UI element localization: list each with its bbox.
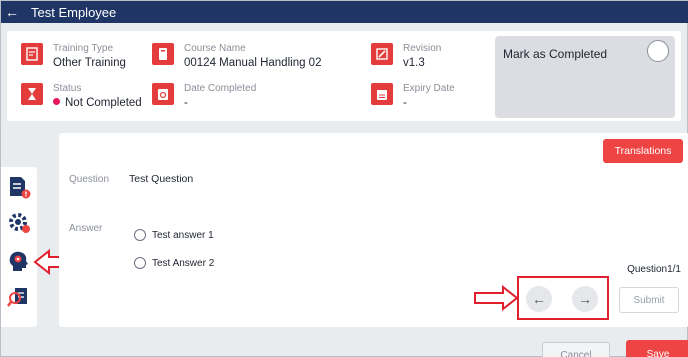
calendar-icon [371,83,393,105]
training-type-value: Other Training [53,57,126,69]
course-name-value: 00124 Manual Handling 02 [184,57,322,69]
date-completed-label: Date Completed [184,83,257,94]
answer-option-2[interactable]: Test Answer 2 [134,257,214,269]
app-header: ← Test Employee [1,1,688,23]
page-title: Test Employee [31,4,117,20]
document-alert-icon[interactable] [7,175,31,199]
gear-settings-icon[interactable] [7,211,31,235]
course-name-label: Course Name [184,43,246,54]
previous-question-button[interactable]: ← [526,286,552,312]
status-label: Status [53,83,82,94]
next-question-button[interactable]: → [572,286,598,312]
training-info-card: Training Type Other Training Course Name… [7,31,681,121]
revision-icon [371,43,393,65]
training-type-label: Training Type [53,43,114,54]
side-icon-rail [1,167,37,327]
training-type-item: Training Type Other Training [21,43,126,70]
expiry-date-item: Expiry Date - [371,83,455,110]
answer-option-label: Test Answer 2 [152,257,215,269]
answer-option-label: Test answer 1 [152,229,214,241]
radio-button[interactable] [134,229,146,241]
hourglass-icon [21,83,43,105]
cancel-button[interactable]: Cancel [542,342,610,357]
course-name-item: Course Name 00124 Manual Handling 02 [152,43,321,70]
date-completed-item: Date Completed - [152,83,256,110]
expiry-date-value: - [403,97,407,109]
date-completed-value: - [184,97,188,109]
revision-item: Revision v1.3 [371,43,441,70]
callout-arrow-nav-buttons [474,285,519,311]
question-text: Test Question [129,173,194,185]
save-button[interactable]: Save [626,340,688,357]
head-gear-icon[interactable] [7,249,31,273]
status-value-wrap: Not Completed [53,96,142,110]
revision-value: v1.3 [403,57,425,69]
answer-label: Answer [69,223,103,234]
question-card: Translations Question Test Question Answ… [59,133,688,327]
question-counter: Question1/1 [627,264,681,275]
book-icon [152,43,174,65]
status-value: Not Completed [65,97,142,109]
arrow-left-icon: ← [532,291,546,307]
radio-button[interactable] [134,257,146,269]
calendar-check-icon [152,83,174,105]
revision-label: Revision [403,43,442,54]
mark-completed-label: Mark as Completed [503,47,608,61]
status-item: Status Not Completed [21,83,142,110]
translations-button[interactable]: Translations [603,139,683,163]
navigation-highlight-box: ← → [517,276,609,320]
search-document-icon[interactable] [7,285,31,309]
arrow-right-icon: → [578,291,592,307]
status-dot [53,98,60,106]
back-arrow-icon[interactable]: ← [1,4,23,20]
mark-completed-toggle[interactable] [647,40,669,62]
question-label: Question [69,174,110,185]
mark-completed-panel: Mark as Completed [495,36,675,118]
training-type-icon [21,43,43,65]
answer-option-1[interactable]: Test answer 1 [134,229,214,241]
expiry-date-label: Expiry Date [403,83,455,94]
submit-button[interactable]: Submit [619,287,679,313]
